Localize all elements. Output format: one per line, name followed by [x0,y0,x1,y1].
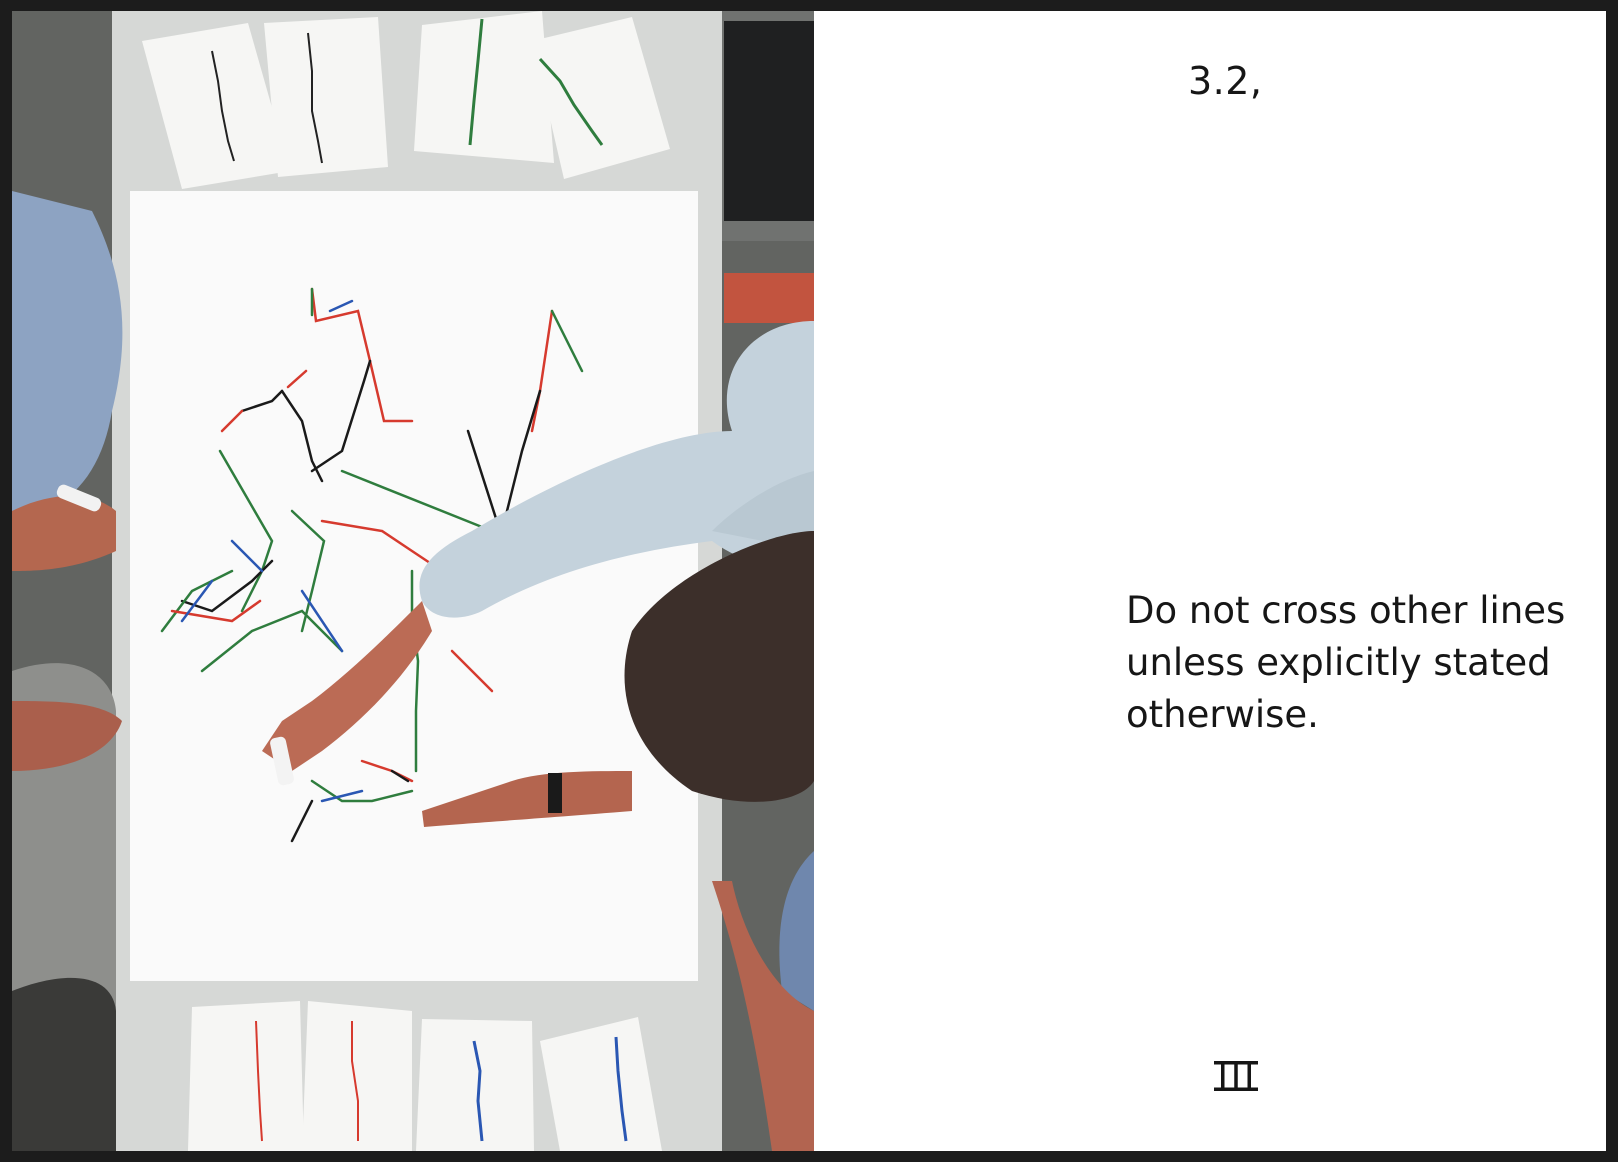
workshop-photo [12,11,814,1151]
small-chart-sheet [414,11,554,163]
small-chart-sheet [416,1019,534,1151]
text-page: 3.2, Do not cross other lines unless exp… [814,11,1606,1151]
triple-bar-logo-icon [1214,1061,1258,1091]
book-spread: 3.2, Do not cross other lines unless exp… [12,11,1606,1151]
section-number: 3.2, [1188,59,1263,103]
small-chart-sheet [302,1001,412,1151]
small-chart-sheet [264,17,388,177]
rule-statement: Do not cross other lines unless explicit… [1126,589,1566,736]
small-chart-sheet [188,1001,304,1151]
